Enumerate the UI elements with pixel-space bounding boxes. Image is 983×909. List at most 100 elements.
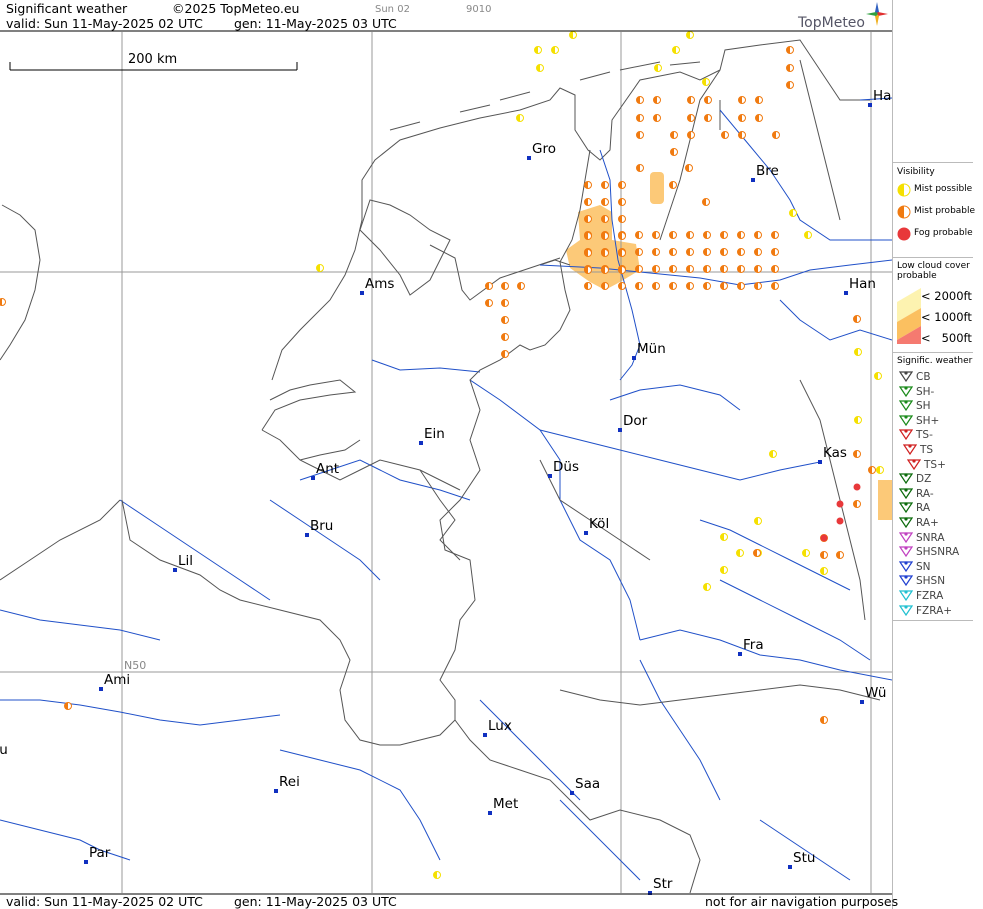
shower-heavy-icon [899,415,913,426]
shower-light-icon [899,385,913,397]
city-label: Bre [756,163,779,179]
sigwx-legend-label: CB [916,371,931,383]
city-label: Han [849,276,876,292]
sigwx-legend-label: TS [920,444,934,456]
lowcloud-legend-label: < 1000ft [921,310,972,324]
snow-icon [899,561,913,572]
snow-rain-shower-icon [899,546,913,558]
sigwx-legend-label: FZRA [916,590,944,602]
fog-marker [820,534,828,542]
city-label: Gro [532,141,556,157]
lowcloud-legend-label: < 2000ft [921,289,972,303]
copyright: ©2025 TopMeteo.eu [172,1,300,16]
rain-icon [899,502,913,514]
city-label: Par [89,845,111,861]
city-label: Kas [823,445,847,461]
city-label: Dor [623,413,648,429]
city-marker [570,791,574,795]
sigwx-legend-label: RA+ [916,517,939,529]
sigwx-legend-label: SN [916,560,931,573]
city-label: Köl [589,516,610,532]
footer-disclaimer: not for air navigation purposes [705,894,899,909]
latitude-label: N50 [124,659,147,672]
legend-panel: Visibility Mist possible Mist probable Fog… [892,0,983,909]
city-marker [738,652,742,656]
city-label: Ami [104,672,131,688]
city-label: Ams [365,276,395,292]
city-marker [483,733,487,737]
freezing-rain-icon [899,590,913,602]
sigwx-legend-label: SH [916,400,931,413]
rain-light-icon [899,488,913,499]
fog-marker [853,483,861,491]
header-faint-day: Sun 02 [375,4,410,15]
city-marker [584,531,588,535]
map-title: Significant weather [6,1,128,16]
city-marker [274,789,278,793]
sigwx-legend-label: SHSNRA [916,546,960,559]
city-label: Str [653,876,673,892]
sigwx-legend-label: RA [916,502,931,515]
city-marker [84,860,88,864]
city-marker [99,687,103,691]
city-label: Wü [865,685,887,701]
city-label: ou [0,742,8,758]
city-label: Stu [793,850,816,866]
fog-marker [836,517,844,525]
lowcloud-legend-label: < 500ft [921,331,972,345]
city-marker [632,356,636,360]
city-label: Fra [743,637,764,653]
mist-possible-icon [897,183,911,197]
rain-heavy-icon [899,517,913,529]
city-marker [788,865,792,869]
city-label: Lux [488,718,512,734]
sigwx-legend-label: SH- [916,385,935,398]
sigwx-legend-label: TS- [916,429,933,442]
city-marker [618,428,622,432]
city-marker [868,103,872,107]
compass-logo-icon [866,2,888,26]
visibility-legend-label: Fog probable [914,228,973,238]
city-marker [548,474,552,478]
thunderstorm-heavy-icon [907,458,921,470]
city-marker [419,441,423,445]
lowcloud-subtitle: probable [897,271,937,281]
snow-shower-icon [899,575,913,587]
footer-generated-time: gen: 11-May-2025 03 UTC [234,894,397,909]
sigwx-legend-label: FZRA+ [916,604,953,617]
sigwx-legend-label: SH+ [916,414,940,427]
mist-probable-icon [897,205,911,219]
city-marker [818,460,822,464]
city-marker [173,568,177,572]
brand-name: TopMeteo [798,15,865,31]
freezing-rain-heavy-icon [899,604,913,616]
city-label: Ein [424,426,445,442]
drizzle-icon [899,473,913,485]
cb-icon [899,371,913,383]
scale-label: 200 km [128,52,178,67]
city-marker [751,178,755,182]
thunderstorm-icon [903,444,917,456]
city-label: Rei [279,774,300,790]
generated-time: gen: 11-May-2025 03 UTC [234,16,397,31]
city-marker [844,291,848,295]
sigwx-legend-label: SNRA [916,531,945,544]
sigwx-legend-label: TS+ [924,458,946,471]
city-label: Saa [575,776,601,792]
city-label: Düs [553,459,579,475]
city-marker [527,156,531,160]
city-label: Met [493,796,519,812]
valid-time: valid: Sun 11-May-2025 02 UTC [6,16,203,31]
shower-icon [899,400,913,412]
visibility-title: Visibility [897,167,935,177]
city-label: Mün [637,341,666,357]
sigwx-legend-label: RA- [916,487,934,500]
city-label: Ha [873,88,892,104]
city-marker [860,700,864,704]
weather-marker-fill [0,298,2,306]
snow-rain-icon [899,531,913,543]
city-marker [311,476,315,480]
city-label: Lil [178,553,194,569]
city-marker [360,291,364,295]
sigwx-legend-label: SHSN [916,575,946,588]
